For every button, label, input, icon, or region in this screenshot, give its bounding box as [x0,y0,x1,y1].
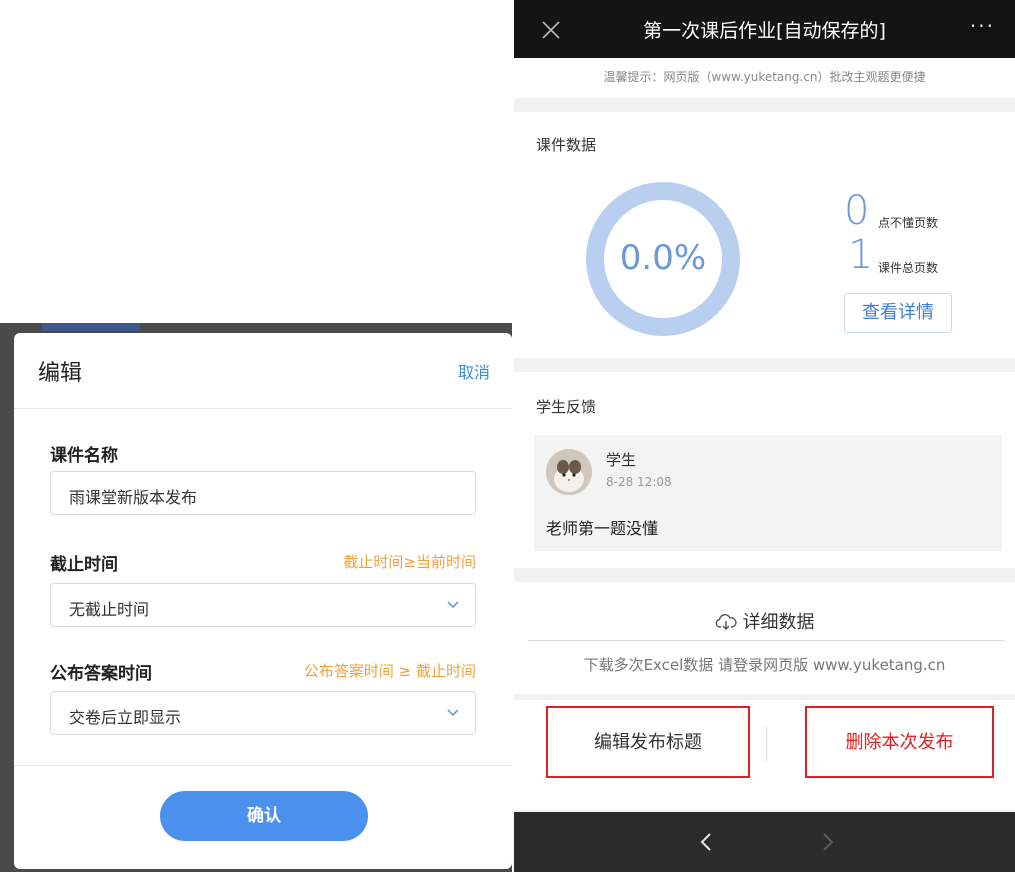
student-name: 学生 [606,451,637,469]
divider [766,726,767,762]
divider [528,640,1005,641]
feedback-time: 8-28 12:08 [606,475,672,489]
edit-dialog-overlay: 编辑 取消 课件名称 雨课堂新版本发布 截止时间 截止时间≥当前时间 无截止时间… [0,323,512,872]
download-tip: 下载多次Excel数据 请登录网页版 www.yuketang.cn [583,656,946,674]
chevron-down-icon [447,601,459,609]
top-bar: 第一次课后作业[自动保存的] ··· [514,0,1015,58]
deadline-select[interactable]: 无截止时间 [50,583,476,627]
avatar [546,449,592,495]
feedback-card: 学生反馈 学生 8-28 12:08 老师第一题没懂 [514,372,1015,568]
total-pages-count: 1 [848,232,874,278]
deadline-hint: 截止时间≥当前时间 [343,553,476,571]
edit-dialog: 编辑 取消 课件名称 雨课堂新版本发布 截止时间 截止时间≥当前时间 无截止时间… [14,333,512,869]
detail-data-link[interactable]: 详细数据 [514,608,1015,634]
more-icon[interactable]: ··· [970,14,995,38]
feedback-section-title: 学生反馈 [536,398,597,416]
not-understood-count: 0 [844,188,870,234]
back-icon[interactable] [696,830,716,854]
feedback-item: 学生 8-28 12:08 老师第一题没懂 [534,435,1002,551]
courseware-name-label: 课件名称 [50,446,118,466]
deadline-value: 无截止时间 [69,600,150,619]
feedback-text: 老师第一题没懂 [546,519,659,538]
actions-card: 编辑发布标题 删除本次发布 [514,700,1015,810]
phone-screen: 第一次课后作业[自动保存的] ··· 温馨提示：网页版（www.yuketang… [514,0,1015,872]
courseware-card: 课件数据 0.0% 0 点不懂页数 1 课件总页数 查看详情 [514,112,1015,358]
answer-publish-value: 交卷后立即显示 [69,708,182,727]
deadline-label: 截止时间 [50,555,118,575]
bottom-nav-bar [514,812,1015,872]
detail-data-card: 详细数据 下载多次Excel数据 请登录网页版 www.yuketang.cn [514,582,1015,694]
ring-percentage: 0.0% [619,238,707,278]
cloud-download-icon [715,614,737,630]
courseware-section-title: 课件数据 [536,136,597,154]
divider [14,765,512,766]
edit-title-button[interactable]: 编辑发布标题 [546,706,750,778]
progress-ring: 0.0% [584,180,742,338]
view-details-button[interactable]: 查看详情 [844,293,952,333]
not-understood-label: 点不懂页数 [878,216,939,230]
chevron-down-icon [447,709,459,717]
page-title: 第一次课后作业[自动保存的] [643,20,886,42]
forward-icon[interactable] [818,830,838,854]
dialog-title: 编辑 [38,361,83,386]
courseware-name-input[interactable]: 雨课堂新版本发布 [50,471,476,515]
total-pages-label: 课件总页数 [878,261,939,275]
tip-text: 温馨提示：网页版（www.yuketang.cn）批改主观题更便捷 [514,58,1015,98]
divider [14,408,512,409]
cat-avatar-icon [546,449,592,495]
background-tab-accent [42,323,140,331]
answer-publish-label: 公布答案时间 [50,664,152,684]
answer-publish-select[interactable]: 交卷后立即显示 [50,691,476,735]
cancel-button[interactable]: 取消 [458,359,490,383]
detail-data-label: 详细数据 [742,612,815,633]
delete-publish-button[interactable]: 删除本次发布 [805,706,994,778]
answer-publish-hint: 公布答案时间 ≥ 截止时间 [303,662,476,680]
confirm-button[interactable]: 确认 [160,791,368,841]
courseware-name-value: 雨课堂新版本发布 [69,488,198,507]
